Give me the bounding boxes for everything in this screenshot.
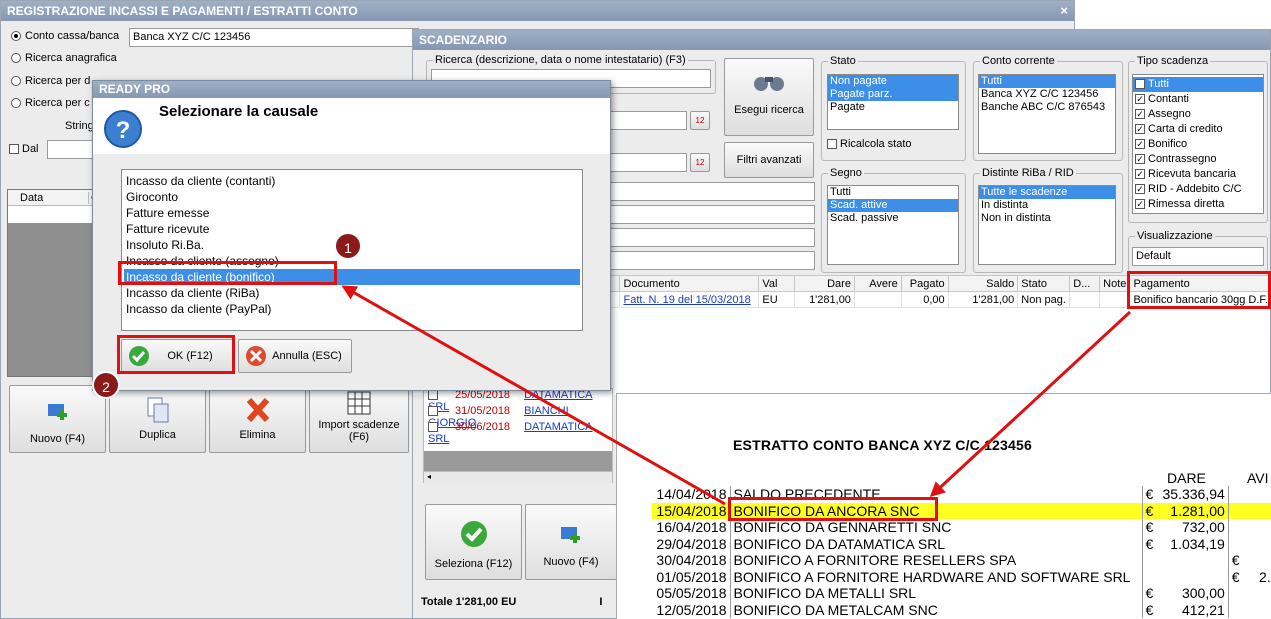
arrow-pagamento-to-statement: [929, 310, 1132, 498]
arrow-statement-to-causale: [341, 285, 726, 506]
annotation-arrows: [341, 285, 1132, 506]
